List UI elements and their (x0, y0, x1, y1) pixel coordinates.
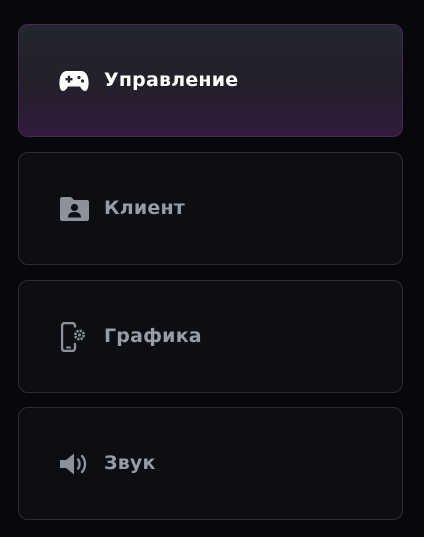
menu-item-sound[interactable]: Звук (18, 407, 403, 520)
settings-menu: Управление Клиент Графика Звук (0, 0, 424, 537)
menu-item-client[interactable]: Клиент (18, 152, 403, 265)
speaker-icon (59, 449, 89, 479)
menu-item-label: Клиент (104, 197, 185, 219)
menu-item-graphics[interactable]: Графика (18, 280, 403, 393)
menu-item-label: Управление (104, 69, 239, 91)
menu-item-label: Звук (104, 452, 156, 474)
menu-item-controls[interactable]: Управление (18, 24, 403, 137)
user-folder-icon (59, 194, 89, 224)
menu-item-label: Графика (104, 325, 202, 347)
phone-settings-icon (59, 321, 89, 352)
gamepad-icon (59, 66, 89, 96)
